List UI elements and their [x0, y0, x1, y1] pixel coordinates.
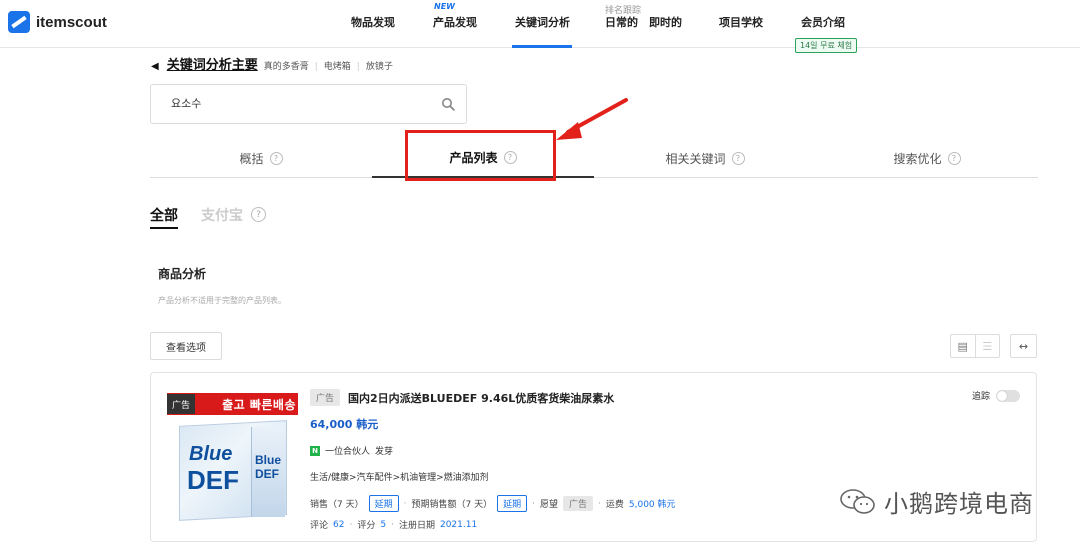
list-view-icon[interactable]: ☰ [974, 335, 1000, 357]
wechat-icon [840, 488, 875, 514]
brand-logo-blue: Blue [189, 443, 233, 465]
annotation-arrow-icon [556, 98, 628, 140]
tag-divider: | [314, 62, 318, 72]
reviews-value: 62 [333, 519, 345, 530]
tab-label: 概括 [239, 151, 264, 166]
search-input[interactable] [171, 96, 421, 109]
product-price: 64,000 韩元 [310, 418, 379, 431]
tag-divider: | [356, 62, 360, 72]
logo-icon [8, 11, 30, 33]
back-arrow-icon[interactable]: ◀ [151, 61, 159, 72]
wish-label: 愿望 [539, 500, 558, 510]
brand-logo-side: Blue DEF [255, 453, 282, 481]
nav-item-item-discovery[interactable]: 物品发现 [351, 14, 395, 30]
reg-date-value: 2021.11 [439, 519, 478, 530]
ad-badge: 广告 [310, 389, 341, 406]
nav-new-badge: NEW [434, 2, 455, 11]
watermark: 小鹅跨境电商 [838, 484, 1034, 519]
nav-item-project-school[interactable]: 项目学校 [719, 14, 763, 30]
product-info: 广告 国内2日内派送BLUEDEF 9.46L优质客货柴油尿素水 64,000 … [310, 389, 676, 531]
card-view-icon[interactable]: ▤ [951, 335, 975, 357]
nav-active-indicator [512, 45, 572, 48]
brand-logo-def: DEF [187, 465, 239, 495]
logo-text: itemscout [36, 13, 107, 31]
expand-width-icon[interactable]: ↔ [1010, 334, 1037, 358]
keyword-tag[interactable]: 放镜子 [366, 59, 393, 72]
keyword-tag[interactable]: 真的多香膏 [264, 59, 309, 72]
reg-date-label: 注册日期 [398, 521, 435, 531]
subtab-all[interactable]: 全部 [150, 205, 178, 229]
follow-toggle[interactable] [996, 389, 1020, 402]
nav-item-instant[interactable]: 即时的 [649, 14, 682, 30]
help-icon[interactable]: ? [269, 151, 283, 165]
breadcrumb-main-link[interactable]: 关键词分析主要 [167, 54, 258, 73]
keyword-search-box [150, 84, 467, 124]
keyword-tag[interactable]: 电烤箱 [324, 59, 351, 72]
tab-label: 相关关键词 [665, 151, 726, 166]
nav-item-membership[interactable]: 会员介绍 [801, 14, 845, 30]
annotation-highlight-box [405, 130, 556, 181]
nav-item-keyword-analysis[interactable]: 关键词分析 [515, 14, 570, 30]
follow-control: 追踪 [972, 389, 1020, 402]
top-header: itemscout 物品发现 NEW 产品发现 关键词分析 排名跟踪 日常的 即… [0, 0, 1080, 48]
tab-search-optimization[interactable]: 搜索优化 ? [816, 138, 1038, 178]
sales-label: 销售（7 天） [310, 500, 364, 510]
seller-name[interactable]: 一位合伙人 [325, 444, 370, 457]
follow-label: 追踪 [971, 392, 990, 402]
help-icon[interactable]: ? [947, 151, 961, 165]
section-note: 产品分析不适用于完整的产品列表。 [158, 296, 286, 305]
naver-store-icon: N [310, 445, 320, 456]
wish-value: 广告 [562, 496, 593, 511]
breadcrumb: ◀ 关键词分析主要 真的多香膏 | 电烤箱 | 放镜子 [151, 54, 393, 73]
watermark-text: 小鹅跨境电商 [884, 490, 1034, 518]
sales-value-button[interactable]: 延期 [368, 495, 399, 512]
shipping-value: 5,000 韩元 [628, 500, 676, 510]
search-icon[interactable] [441, 97, 455, 111]
product-title[interactable]: 国内2日内派送BLUEDEF 9.46L优质客货柴油尿素水 [348, 390, 614, 406]
reviews-label: 评论 [310, 521, 329, 531]
nav-item-product-discovery[interactable]: 产品发现 [433, 14, 477, 30]
expected-sales-label: 预期销售额（7 天） [411, 500, 493, 510]
seller-grade: 发芽 [375, 447, 394, 457]
expected-sales-value-button[interactable]: 延期 [497, 495, 528, 512]
view-toggle: ▤ ☰ [950, 334, 1000, 358]
help-icon[interactable]: ? [251, 207, 266, 222]
image-ad-label: 广告 [167, 394, 196, 414]
shipping-label: 运费 [605, 500, 624, 510]
section-title: 商品分析 [158, 267, 207, 281]
nav-item-daily[interactable]: 日常的 [605, 14, 638, 30]
view-options-button[interactable]: 查看选项 [150, 332, 222, 360]
logo[interactable]: itemscout [8, 11, 107, 33]
product-image[interactable]: 출고 빠른배송 广告 Blue DEF Blue DEF [167, 393, 298, 523]
tab-label: 搜索优化 [893, 151, 942, 166]
product-category: 生活/健康>汽车配件>机油管理>燃油添加剂 [310, 473, 489, 483]
rating-value: 5 [380, 519, 387, 530]
subtab-alipay[interactable]: 支付宝 [201, 205, 243, 225]
rating-label: 评分 [357, 521, 376, 531]
help-icon[interactable]: ? [731, 151, 745, 165]
tab-overview[interactable]: 概括 ? [150, 138, 372, 178]
trial-badge[interactable]: 14일 무료 체험 [795, 38, 858, 53]
